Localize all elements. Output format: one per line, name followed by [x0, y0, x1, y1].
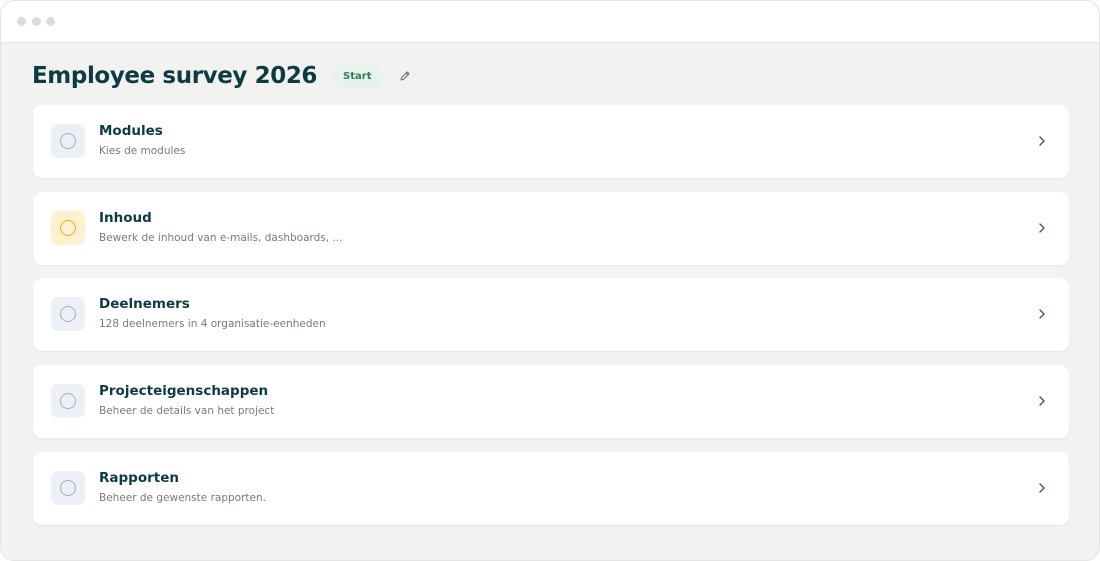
step-card-inhoud[interactable]: Inhoud Bewerk de inhoud van e-mails, das…	[33, 192, 1069, 265]
step-title: Rapporten	[99, 470, 179, 486]
chevron-right-icon	[1037, 220, 1047, 236]
window-titlebar	[1, 1, 1099, 43]
window-control-dot[interactable]	[32, 17, 41, 26]
circle-icon	[60, 393, 76, 409]
window-control-dot[interactable]	[46, 17, 55, 26]
step-card-projecteigenschappen[interactable]: Projecteigenschappen Beheer de details v…	[33, 365, 1069, 438]
step-title: Deelnemers	[99, 296, 190, 312]
circle-icon	[60, 220, 76, 236]
step-subtitle: Beheer de gewenste rapporten.	[99, 492, 266, 504]
step-subtitle: Beheer de details van het project	[99, 405, 275, 417]
step-card-rapporten[interactable]: Rapporten Beheer de gewenste rapporten.	[33, 452, 1069, 525]
step-subtitle: Kies de modules	[99, 145, 186, 157]
step-card-modules[interactable]: Modules Kies de modules	[33, 105, 1069, 178]
circle-icon	[60, 133, 76, 149]
circle-icon	[60, 306, 76, 322]
step-title: Inhoud	[99, 210, 152, 226]
step-subtitle: Bewerk de inhoud van e-mails, dashboards…	[99, 232, 343, 244]
step-title: Projecteigenschappen	[99, 383, 269, 399]
chevron-right-icon	[1037, 133, 1047, 149]
chevron-right-icon	[1037, 480, 1047, 496]
step-title: Modules	[99, 123, 163, 139]
edit-title-button[interactable]	[397, 68, 413, 84]
step-status-box	[51, 124, 85, 158]
window-control-dot[interactable]	[17, 17, 26, 26]
step-card-deelnemers[interactable]: Deelnemers 128 deelnemers in 4 organisat…	[33, 278, 1069, 351]
chevron-right-icon	[1037, 306, 1047, 322]
step-status-box	[51, 384, 85, 418]
step-subtitle: 128 deelnemers in 4 organisatie-eenheden	[99, 318, 326, 330]
pencil-icon	[399, 71, 410, 81]
step-status-box	[51, 211, 85, 245]
step-status-box	[51, 471, 85, 505]
page-title: Employee survey 2026	[32, 63, 318, 89]
page-header: Employee survey 2026 Start	[32, 59, 413, 93]
status-badge: Start	[332, 64, 383, 88]
chevron-right-icon	[1037, 393, 1047, 409]
step-status-box	[51, 297, 85, 331]
app-window: Employee survey 2026 Start Modules Kies …	[0, 0, 1100, 561]
circle-icon	[60, 480, 76, 496]
